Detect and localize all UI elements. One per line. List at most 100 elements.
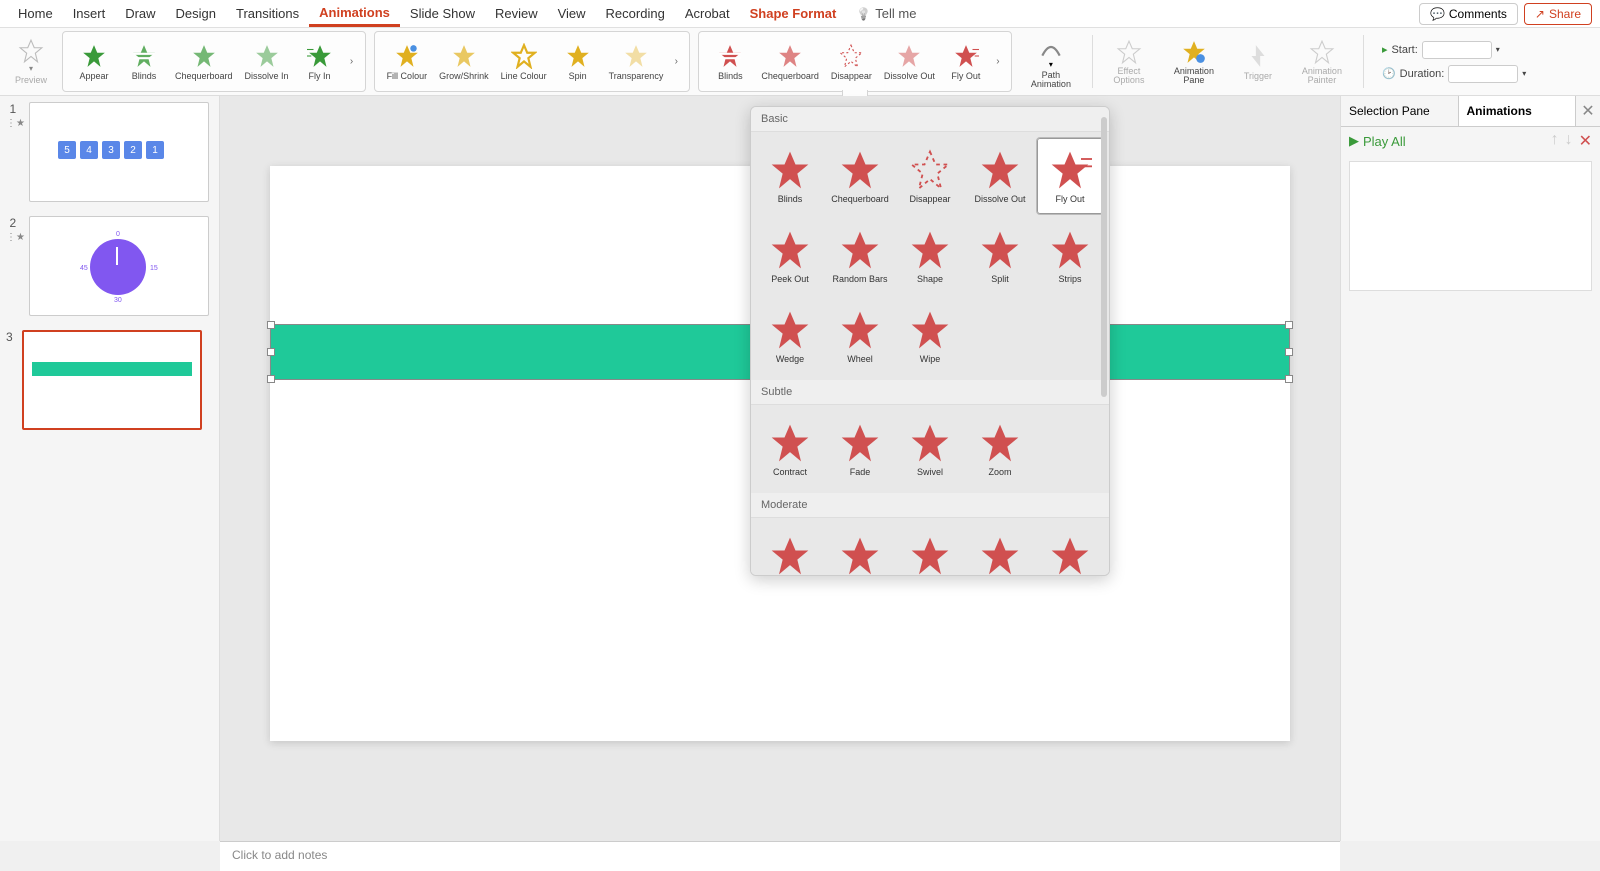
gallery-item-dissolve-out[interactable]: Dissolve Out [966,137,1034,215]
thumbnail-slide-3[interactable] [22,330,202,430]
gallery-scrollbar[interactable] [1101,117,1107,397]
effect-spin[interactable]: Spin [553,41,603,83]
exit-effects-gallery: BasicBlindsChequerboardDisappearDissolve… [750,106,1110,576]
tab-review[interactable]: Review [485,2,548,25]
stepper-icon[interactable]: ▾ [1522,69,1526,78]
bulb-icon [856,6,871,21]
animation-pane-button[interactable]: Animation Pane [1163,31,1225,92]
gallery-item-wheel[interactable]: Wheel [826,297,894,375]
exit-more[interactable]: › [991,56,1005,67]
effect-chequerboard[interactable]: Chequerboard [169,41,239,83]
dropdown-icon[interactable]: ▾ [1496,45,1500,54]
star-icon [394,43,420,69]
star-icon [81,43,107,69]
thumbnail-slide-2[interactable]: 0 15 30 45 [29,216,209,316]
start-field[interactable] [1422,41,1492,59]
effect-label: Blinds [718,71,743,81]
tab-view[interactable]: View [548,2,596,25]
effect-options-label: Effect Options [1109,67,1149,85]
effect-blinds[interactable]: Blinds [119,41,169,83]
gallery-item-split[interactable]: Split [966,217,1034,295]
effect-label: Grow/Shrink [439,71,489,81]
effect-label: Spin [569,71,587,81]
gallery-item-sink-down[interactable]: Sink Down [1036,523,1104,575]
share-label: Share [1549,7,1581,21]
gallery-item-label: Wheel [847,354,873,364]
preview-button[interactable]: ▾ Preview [8,31,54,92]
star-icon [953,43,979,69]
tab-draw[interactable]: Draw [115,2,165,25]
gallery-item-wipe[interactable]: Wipe [896,297,964,375]
thumbnail-slide-1[interactable]: 5 4 3 2 1 [29,102,209,202]
animation-list[interactable] [1349,161,1592,291]
clock-label: 30 [114,297,122,304]
move-up-button[interactable]: ↑ [1551,131,1559,151]
gallery-item-label: Zoom [988,467,1011,477]
tab-animations[interactable]: Animations [309,1,400,27]
effect-dissolve-in[interactable]: Dissolve In [239,41,295,83]
gallery-item-disappear[interactable]: Disappear [896,137,964,215]
tab-shape-format[interactable]: Shape Format [740,2,847,25]
clock-icon: 🕑 [1382,67,1396,80]
effect-fill-colour[interactable]: Fill Colour [381,41,434,83]
gallery-item-float-out[interactable]: Float Out [896,523,964,575]
gallery-item-swivel[interactable]: Swivel [896,410,964,488]
star-icon [511,43,537,69]
gallery-item-shrink-turn[interactable]: Shrink & Turn [966,523,1034,575]
gallery-item-shape[interactable]: Shape [896,217,964,295]
effect-exit-chequerboard[interactable]: Chequerboard [755,41,825,83]
move-down-button[interactable]: ↓ [1565,131,1573,151]
gallery-item-centre-revolve[interactable]: Centre Revolve [756,523,824,575]
gallery-item-fly-out[interactable]: Fly Out [1036,137,1104,215]
animations-pane-tab[interactable]: Animations [1459,96,1577,126]
effect-label: Chequerboard [761,71,819,81]
gallery-section-header: Subtle [751,380,1109,405]
pane-close-button[interactable]: ✕ [1576,96,1600,126]
delete-button[interactable]: ✕ [1579,131,1592,151]
effect-disappear[interactable]: Disappear [825,41,878,83]
tab-recording[interactable]: Recording [596,2,675,25]
entrance-more[interactable]: › [345,56,359,67]
effect-line-colour[interactable]: Line Colour [495,41,553,83]
notes-area[interactable]: Click to add notes [220,841,1340,871]
path-animation-button[interactable]: ▾Path Animation [1020,31,1082,92]
effect-appear[interactable]: Appear [69,41,119,83]
gallery-item-peek-out[interactable]: Peek Out [756,217,824,295]
star-icon [307,43,333,69]
share-button[interactable]: ↗ Share [1524,3,1592,25]
tab-insert[interactable]: Insert [63,2,116,25]
gallery-item-blinds[interactable]: Blinds [756,137,824,215]
selection-pane-tab[interactable]: Selection Pane [1341,96,1459,126]
play-icon: ▶ [1349,133,1359,149]
star-icon [131,43,157,69]
effect-label: Line Colour [501,71,547,81]
gallery-item-collapse[interactable]: Collapse [826,523,894,575]
duration-field[interactable] [1448,65,1518,83]
effect-grow-shrink[interactable]: Grow/Shrink [433,41,495,83]
gallery-item-strips[interactable]: Strips [1036,217,1104,295]
tab-slideshow[interactable]: Slide Show [400,2,485,25]
gallery-item-wedge[interactable]: Wedge [756,297,824,375]
effect-fly-out[interactable]: Fly Out [941,41,991,83]
effect-dissolve-out[interactable]: Dissolve Out [878,41,941,83]
gallery-item-contract[interactable]: Contract [756,410,824,488]
tab-home[interactable]: Home [8,2,63,25]
tab-design[interactable]: Design [166,2,226,25]
effect-fly-in[interactable]: Fly In [295,41,345,83]
gallery-item-random-bars[interactable]: Random Bars [826,217,894,295]
gallery-item-chequerboard[interactable]: Chequerboard [826,137,894,215]
timing-group: ▸Start:▾ 🕑Duration:▾ [1374,31,1534,92]
play-all-button[interactable]: ▶Play All [1349,133,1406,149]
emphasis-more[interactable]: › [669,56,683,67]
tab-transitions[interactable]: Transitions [226,2,309,25]
share-icon: ↗ [1535,7,1545,21]
tell-me[interactable]: Tell me [856,6,916,21]
gallery-item-zoom[interactable]: Zoom [966,410,1034,488]
thumb-number: 3 [6,330,18,344]
gallery-item-fade[interactable]: Fade [826,410,894,488]
effect-exit-blinds[interactable]: Blinds [705,41,755,83]
comments-button[interactable]: 💬Comments [1419,3,1518,25]
effect-transparency[interactable]: Transparency [603,41,670,83]
duration-label: Duration: [1400,68,1445,80]
tab-acrobat[interactable]: Acrobat [675,2,740,25]
